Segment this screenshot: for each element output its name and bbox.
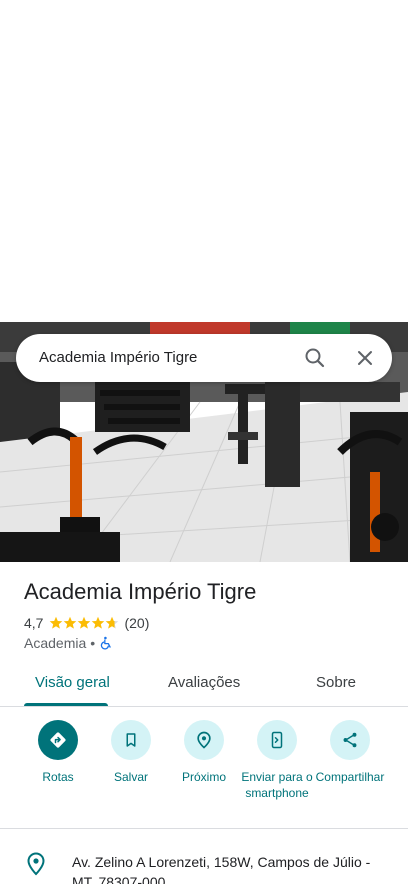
send-to-phone-icon: [271, 731, 283, 749]
tab-bar: Visão geral Avaliações Sobre: [0, 664, 408, 707]
nearby-button-circle[interactable]: [184, 720, 224, 760]
section-divider: [0, 828, 408, 829]
share-icon: [343, 732, 357, 748]
save-button-circle[interactable]: [111, 720, 151, 760]
share-button-circle[interactable]: [330, 720, 370, 760]
close-icon[interactable]: [353, 346, 377, 370]
wheelchair-accessible-icon: [100, 636, 111, 650]
share-button[interactable]: Compartilhar: [310, 720, 390, 785]
action-buttons: Rotas Salvar Próximo Enviar para o smart…: [0, 720, 408, 824]
map-area: [0, 0, 408, 322]
location-pin-icon: [27, 852, 45, 876]
address-text: Av. Zelino A Lorenzeti, 158W, Campos de …: [72, 854, 371, 884]
category-row: Academia •: [24, 634, 113, 652]
directions-label: Rotas: [42, 770, 74, 784]
nearby-button[interactable]: Próximo: [164, 720, 244, 785]
tab-overview[interactable]: Visão geral: [35, 674, 110, 691]
rating-row[interactable]: 4,7 (20): [24, 614, 149, 632]
send-to-phone-button[interactable]: Enviar para o smartphone: [237, 720, 317, 801]
rating-value: 4,7: [24, 615, 44, 631]
star-rating: [49, 616, 119, 630]
share-label: Compartilhar: [315, 770, 385, 784]
directions-button[interactable]: Rotas: [18, 720, 98, 785]
nearby-icon: [197, 731, 211, 749]
bookmark-icon: [126, 733, 136, 747]
search-bar[interactable]: Academia Império Tigre: [16, 334, 392, 382]
active-tab-indicator: [24, 703, 108, 706]
search-input[interactable]: Academia Império Tigre: [39, 349, 197, 366]
search-icon[interactable]: [303, 346, 327, 370]
send-to-phone-label: Enviar para o smartphone: [241, 770, 313, 800]
directions-icon: [50, 732, 66, 748]
nearby-label: Próximo: [181, 770, 226, 784]
place-details-page: Academia Império Tigre Academia Império …: [0, 0, 408, 884]
place-title: Academia Império Tigre: [24, 579, 257, 604]
save-button[interactable]: Salvar: [91, 720, 171, 785]
reviews-count[interactable]: (20): [124, 615, 149, 631]
directions-button-circle[interactable]: [38, 720, 78, 760]
address-row[interactable]: Av. Zelino A Lorenzeti, 158W, Campos de …: [0, 850, 408, 884]
send-to-phone-button-circle[interactable]: [257, 720, 297, 760]
tab-reviews[interactable]: Avaliações: [168, 674, 240, 691]
stars-icon: [50, 616, 119, 629]
save-label: Salvar: [113, 770, 148, 784]
category-label: Academia: [24, 635, 87, 651]
separator-dot: •: [90, 635, 96, 651]
tab-about[interactable]: Sobre: [316, 674, 356, 691]
